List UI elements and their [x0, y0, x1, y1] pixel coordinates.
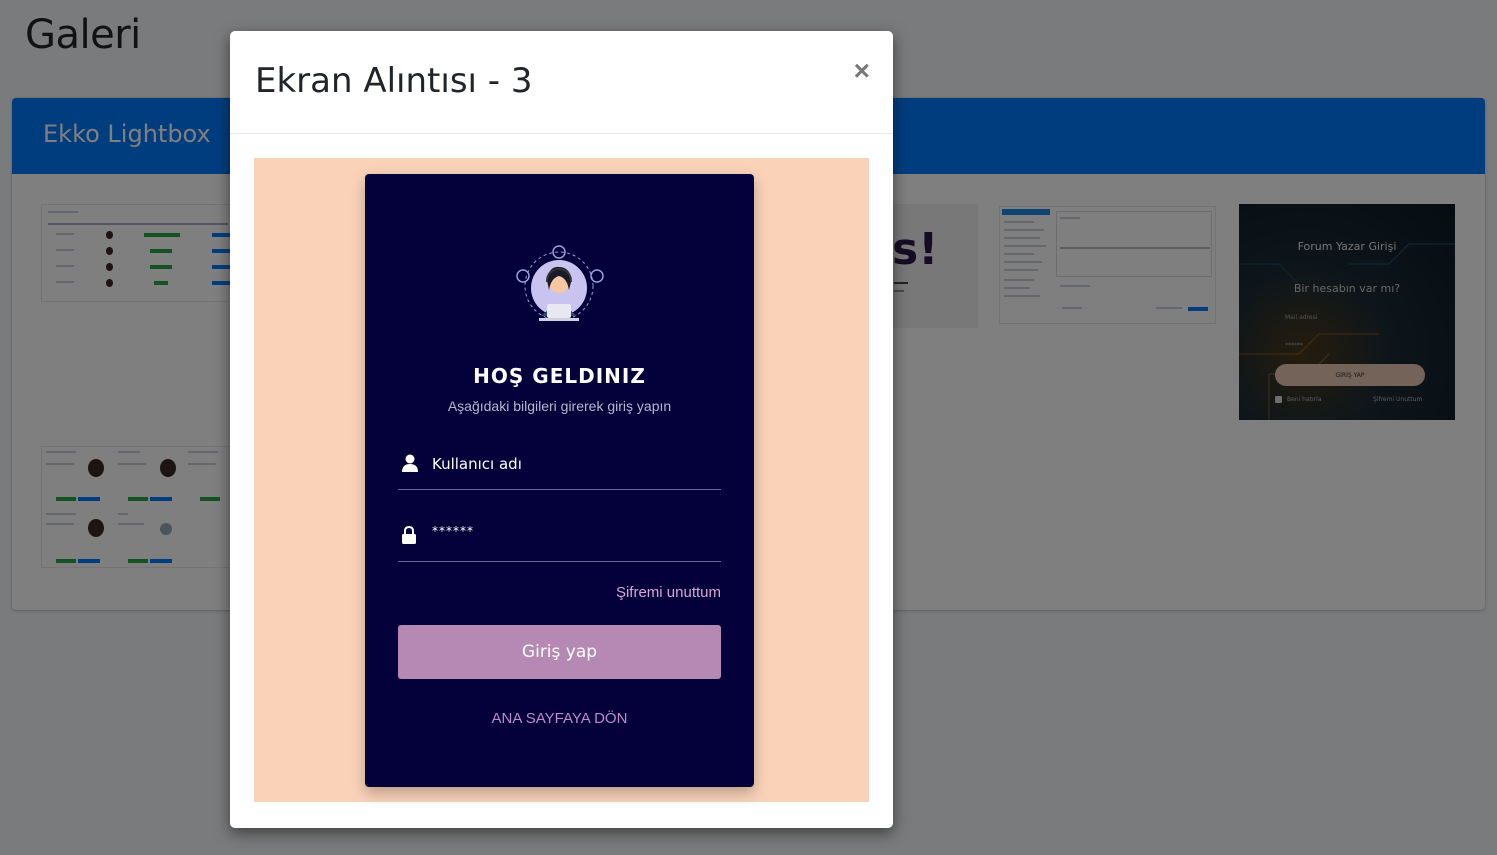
modal-title: Ekran Alıntısı - 3 — [255, 61, 533, 101]
password-mask: ****** — [432, 524, 474, 538]
welcome-heading: HOŞ GELDINIZ — [473, 364, 646, 388]
welcome-subheading: Aşağıdaki bilgileri girerek giriş yapın — [447, 398, 672, 414]
lock-icon — [402, 525, 416, 549]
close-icon[interactable]: × — [854, 57, 870, 85]
lightbox-modal: Ekran Alıntısı - 3 × HOŞ GELDINIZ Aşağıd… — [230, 31, 893, 828]
login-button[interactable]: Giriş yap — [398, 625, 721, 679]
forgot-password-link[interactable]: Şifremi unuttum — [616, 584, 721, 601]
modal-header: Ekran Alıntısı - 3 × — [230, 31, 893, 134]
back-home-link[interactable]: ANA SAYFAYA DÖN — [365, 710, 754, 727]
username-field[interactable]: Kullanıcı adı — [398, 444, 721, 490]
username-placeholder: Kullanıcı adı — [432, 455, 522, 473]
password-field[interactable]: ****** — [398, 512, 721, 562]
login-panel: HOŞ GELDINIZ Aşağıdaki bilgileri girerek… — [365, 174, 754, 787]
lightbox-image: HOŞ GELDINIZ Aşağıdaki bilgileri girerek… — [254, 158, 869, 802]
support-agent-illustration — [511, 238, 607, 334]
user-icon — [402, 454, 418, 477]
